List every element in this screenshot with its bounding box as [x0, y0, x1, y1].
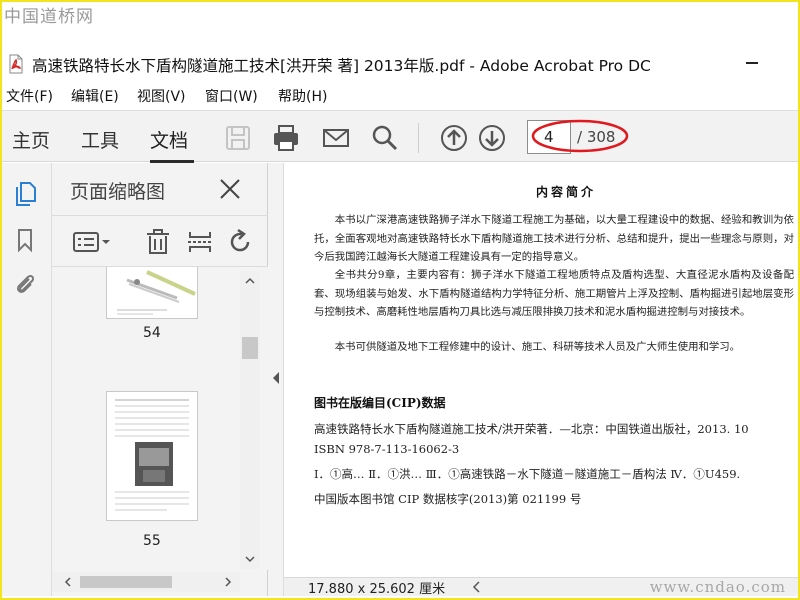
thumbnail-vertical-scrollbar[interactable] [240, 271, 260, 569]
document-paragraph: 本书以广深港高速铁路狮子洋水下隧道工程施工为基础，以大量工程建设中的数据、经验和… [314, 214, 794, 263]
email-icon[interactable] [321, 123, 351, 153]
thumbnail-list: 54 55 [52, 267, 268, 570]
watermark-top: 中国道桥网 [4, 7, 94, 27]
delete-icon[interactable] [144, 228, 172, 256]
panel-toolbar [52, 215, 268, 267]
cip-line: ISBN 978-7-113-16062-3 [314, 442, 460, 456]
page-thumbnails-icon[interactable] [12, 181, 38, 207]
menu-view[interactable]: 视图(V) [137, 86, 186, 106]
collapse-panel-icon[interactable] [272, 371, 280, 385]
options-menu-icon[interactable] [72, 228, 112, 256]
tab-document[interactable]: 文档 [150, 126, 188, 153]
menu-help[interactable]: 帮助(H) [278, 86, 327, 106]
scrollbar-thumb[interactable] [242, 337, 258, 359]
save-icon[interactable] [223, 123, 253, 153]
cip-line: 高速铁路特长水下盾构隧道施工技术/洪开荣著．—北京：中国铁道出版社，2013. … [314, 422, 749, 436]
window-title: 高速铁路特长水下盾构隧道施工技术[洪开荣 著] 2013年版.pdf - Ado… [32, 57, 651, 75]
document-view[interactable]: 内容简介 本书以广深港高速铁路狮子洋水下隧道工程施工为基础，以大量工程建设中的数… [284, 163, 798, 577]
print-icon[interactable] [271, 123, 301, 153]
page-down-icon[interactable] [477, 123, 507, 153]
scroll-left-icon[interactable] [472, 581, 482, 593]
page-size: 17.880 x 25.602 厘米 [308, 582, 446, 597]
tab-tools[interactable]: 工具 [81, 126, 119, 153]
scroll-right-icon[interactable] [222, 576, 234, 588]
minimize-button[interactable] [746, 62, 758, 64]
red-annotation-circle [531, 119, 629, 153]
scrollbar-thumb[interactable] [80, 576, 172, 588]
page-thumbnail[interactable] [106, 267, 198, 319]
menu-bar: 文件(F) 编辑(E) 视图(V) 窗口(W) 帮助(H) [2, 84, 798, 108]
close-icon[interactable] [218, 177, 242, 201]
menu-edit[interactable]: 编辑(E) [71, 86, 119, 106]
cip-title: 图书在版编目(CIP)数据 [314, 396, 446, 410]
thumbnail-page-label: 55 [143, 533, 161, 549]
toolbar-separator [418, 123, 419, 153]
navigation-sidebar [2, 163, 52, 596]
menu-window[interactable]: 窗口(W) [205, 86, 258, 106]
page-up-icon[interactable] [439, 123, 469, 153]
rotate-icon[interactable] [226, 228, 254, 256]
page-thumbnails-panel: 页面缩略图 54 55 [52, 163, 268, 596]
scroll-left-icon[interactable] [62, 576, 74, 588]
crop-pages-icon[interactable] [186, 228, 214, 256]
document-paragraph: 全书共分9章，主要内容有：狮子洋水下隧道工程地质特点及盾构选型、大直径泥水盾构及… [314, 269, 794, 318]
scroll-up-icon[interactable] [244, 275, 256, 287]
panel-collapse-strip[interactable] [268, 163, 284, 596]
tab-home[interactable]: 主页 [12, 126, 50, 153]
thumbnail-page-label: 54 [143, 325, 161, 341]
cip-line: Ⅰ．①高… Ⅱ．①洪… Ⅲ．①高速铁路－水下隧道－隧道施工－盾构法 Ⅳ．①U45… [314, 467, 741, 481]
document-paragraph: 本书可供隧道及地下工程修建中的设计、施工、科研等技术人员及广大师生使用和学习。 [334, 341, 741, 353]
pdf-file-icon [9, 54, 23, 74]
watermark-bottom: www.cndao.com [649, 578, 786, 596]
panel-title: 页面缩略图 [70, 181, 166, 203]
main-toolbar: 主页 工具 文档 4 / 308 [2, 110, 798, 163]
search-icon[interactable] [370, 123, 400, 153]
menu-file[interactable]: 文件(F) [6, 86, 53, 106]
document-heading: 内容简介 [536, 185, 597, 199]
cip-line: 中国版本图书馆 CIP 数据核字(2013)第 021199 号 [314, 492, 582, 506]
page-thumbnail[interactable] [106, 391, 198, 521]
scroll-down-icon[interactable] [244, 553, 256, 565]
bookmark-icon[interactable] [12, 227, 38, 253]
thumbnail-illustration [117, 270, 196, 315]
attachment-icon[interactable] [12, 271, 38, 297]
thumbnail-horizontal-scrollbar[interactable] [52, 572, 240, 592]
title-bar: 高速铁路特长水下盾构隧道施工技术[洪开荣 著] 2013年版.pdf - Ado… [2, 46, 798, 80]
thumbnail-page-content [115, 399, 189, 511]
